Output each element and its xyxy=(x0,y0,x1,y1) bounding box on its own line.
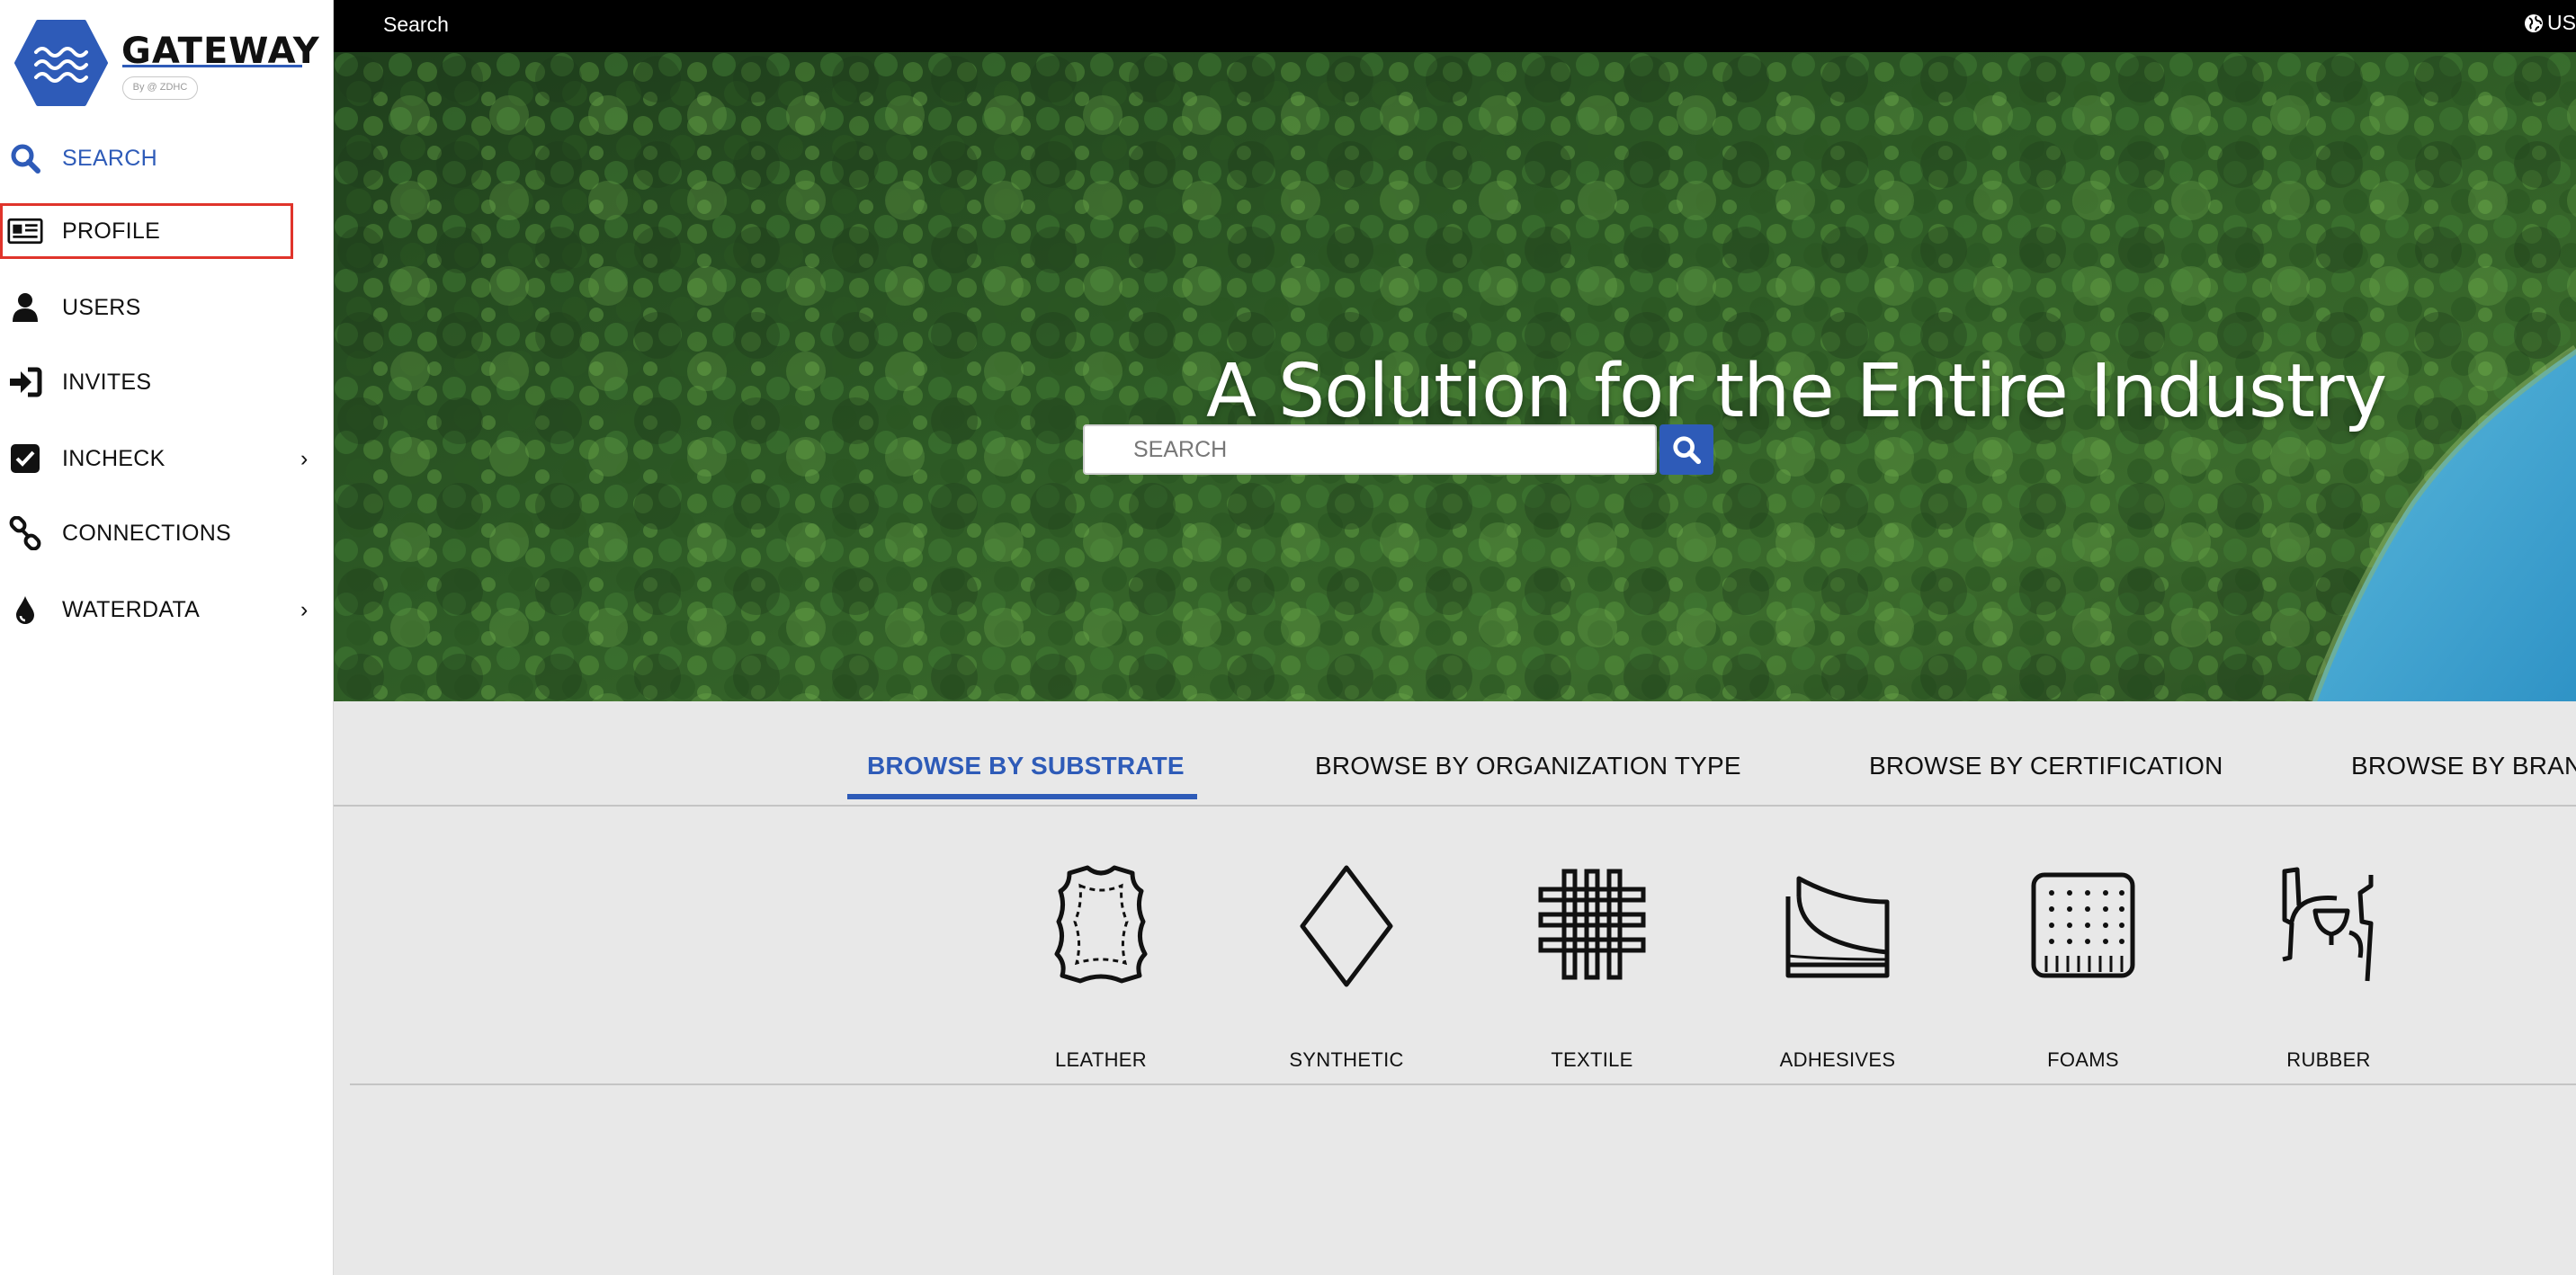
sidebar-item-label: WATERDATA xyxy=(62,597,201,622)
drop-icon xyxy=(7,594,43,625)
tab-browse-by-certification[interactable]: BROWSE BY CERTIFICATION xyxy=(1869,752,2223,780)
sidebar-item-users[interactable]: USERS xyxy=(0,280,334,335)
search-icon xyxy=(1673,436,1702,465)
rubber-tap-icon xyxy=(2282,867,2374,982)
substrate-foams[interactable]: FOAMS xyxy=(1993,859,2173,1071)
substrate-synthetic[interactable]: SYNTHETIC xyxy=(1257,859,1436,1071)
link-icon xyxy=(7,516,43,550)
gateway-logo[interactable]: GATEWAY By @ ZDHC xyxy=(14,18,319,108)
sidebar-item-search[interactable]: SEARCH xyxy=(0,130,334,186)
waves-logo-icon xyxy=(14,20,108,106)
substrate-leather[interactable]: LEATHER xyxy=(1011,859,1191,1071)
substrate-label: ADHESIVES xyxy=(1779,1048,1896,1071)
sidebar-item-connections[interactable]: CONNECTIONS xyxy=(0,505,334,561)
locale-selector[interactable]: US xyxy=(2524,11,2576,35)
brand-underline xyxy=(122,65,302,67)
sidebar-item-label: CONNECTIONS xyxy=(62,521,232,546)
chevron-right-icon: › xyxy=(300,597,309,622)
profile-highlight-box xyxy=(0,203,293,259)
sidebar-item-waterdata[interactable]: WATERDATA › xyxy=(0,582,334,638)
substrate-rubber[interactable]: RUBBER xyxy=(2239,859,2419,1071)
substrate-divider xyxy=(350,1083,2576,1085)
substrate-label: FOAMS xyxy=(2047,1048,2119,1071)
substrate-label: SYNTHETIC xyxy=(1289,1048,1404,1071)
hero-title: A Solution for the Entire Industry xyxy=(1206,349,2387,434)
sidebar-item-label: SEARCH xyxy=(62,146,157,171)
sidebar-item-incheck[interactable]: INCHECK › xyxy=(0,431,334,486)
active-tab-underline xyxy=(847,794,1197,799)
browse-tabs: BROWSE BY SUBSTRATE BROWSE BY ORGANIZATI… xyxy=(334,701,2576,807)
check-square-icon xyxy=(7,443,43,474)
hero-search-input[interactable] xyxy=(1083,424,1657,475)
substrate-textile[interactable]: TEXTILE xyxy=(1502,859,1682,1071)
leather-icon xyxy=(1054,865,1148,984)
diamond-icon xyxy=(1300,865,1393,987)
locale-label: US xyxy=(2547,11,2576,34)
sidebar-item-label: INCHECK xyxy=(62,446,165,471)
substrate-adhesives[interactable]: ADHESIVES xyxy=(1748,859,1928,1071)
sidebar-item-label: INVITES xyxy=(62,370,152,395)
search-icon xyxy=(7,143,43,174)
hero-banner: A Solution for the Entire Industry xyxy=(334,52,2576,701)
substrate-label: TEXTILE xyxy=(1551,1048,1633,1071)
brand-badge: By @ ZDHC xyxy=(122,76,198,100)
adhesive-icon xyxy=(1785,876,1890,978)
topbar-search-link[interactable]: Search xyxy=(383,13,449,37)
chevron-right-icon: › xyxy=(300,446,309,471)
foam-icon xyxy=(2031,872,2135,978)
substrate-label: LEATHER xyxy=(1055,1048,1147,1071)
user-icon xyxy=(7,292,43,323)
top-bar: Search US xyxy=(334,0,2576,52)
globe-icon xyxy=(2525,13,2544,32)
sidebar-item-invites[interactable]: INVITES xyxy=(0,354,334,410)
sign-in-icon xyxy=(7,367,43,397)
tab-browse-by-organization-type[interactable]: BROWSE BY ORGANIZATION TYPE xyxy=(1315,752,1741,780)
substrate-label: RUBBER xyxy=(2286,1048,2371,1071)
tab-browse-by-brand[interactable]: BROWSE BY BRAN xyxy=(2351,752,2576,780)
weave-icon xyxy=(1538,869,1646,980)
hero-search-button[interactable] xyxy=(1659,424,1713,475)
sidebar: GATEWAY By @ ZDHC SEARCH PROFILE USERS I… xyxy=(0,0,334,1275)
sidebar-item-label: USERS xyxy=(62,295,141,320)
tab-browse-by-substrate[interactable]: BROWSE BY SUBSTRATE xyxy=(867,752,1185,780)
